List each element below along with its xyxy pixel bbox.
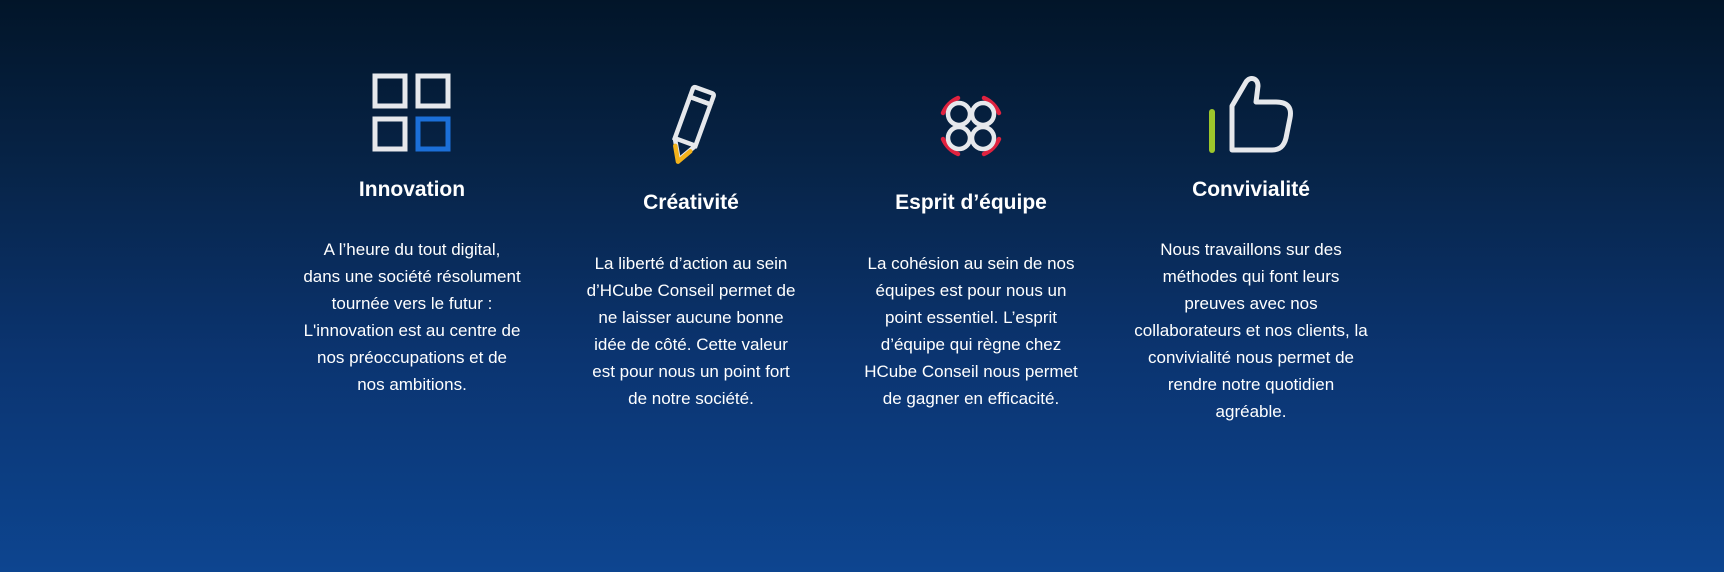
value-description: Nous travaillons sur des méthodes qui fo…	[1134, 240, 1368, 421]
pencil-icon	[665, 84, 717, 173]
value-description: La liberté d’action au sein d’HCube Cons…	[586, 254, 796, 408]
value-description: A l’heure du tout digital, dans une soci…	[303, 240, 521, 394]
value-title: Innovation	[358, 178, 466, 201]
grid-squares-icon	[371, 72, 453, 159]
value-title: Créativité	[643, 191, 739, 214]
value-title: Convivialité	[1192, 178, 1310, 201]
values-section: Innovation A l’heure du tout digital, da…	[0, 0, 1724, 572]
value-title: Esprit d’équipe	[895, 191, 1047, 214]
team-circles-icon	[929, 84, 1013, 173]
value-description: La cohésion au sein de nos équipes est p…	[864, 254, 1078, 408]
thumbs-up-icon	[1206, 72, 1296, 161]
